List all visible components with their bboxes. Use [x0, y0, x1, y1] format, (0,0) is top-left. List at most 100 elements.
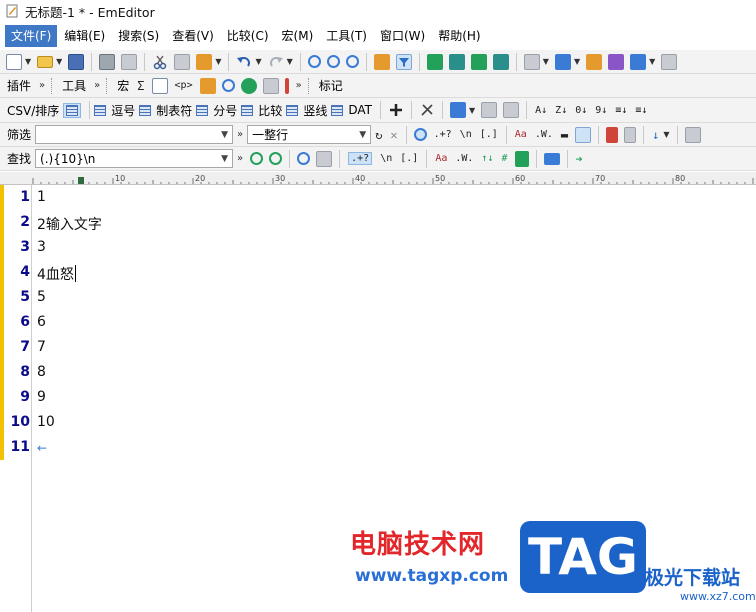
bookmark-all-icon[interactable]	[514, 150, 529, 167]
filter-options-icon[interactable]	[684, 126, 701, 143]
word-count-icon[interactable]	[262, 77, 279, 94]
save-icon[interactable]	[68, 53, 85, 70]
csv-format-button[interactable]: 制表符	[139, 102, 192, 119]
chevron-down-icon[interactable]: ▼	[469, 106, 475, 115]
csv-format-button[interactable]: 分号	[196, 102, 237, 119]
menu-item[interactable]: 帮助(H)	[432, 25, 486, 47]
whole-word-toggle[interactable]: .W.	[535, 129, 553, 140]
more-chevron-icon[interactable]: »	[94, 80, 100, 91]
bookmark-toolbar-label[interactable]: 标记	[315, 77, 347, 94]
editor-line[interactable]: 4 4血怒	[0, 260, 756, 285]
menu-item[interactable]: 窗口(W)	[374, 25, 431, 47]
line-text[interactable]: 3	[37, 239, 46, 255]
find-in-files-icon[interactable]	[316, 150, 333, 167]
find-input[interactable]: (.){10}\n ▼	[35, 149, 234, 168]
undo-icon[interactable]	[236, 54, 252, 70]
refresh-icon[interactable]: ↻	[375, 128, 382, 142]
line-text[interactable]: 10	[37, 414, 55, 430]
open-folder-icon[interactable]	[37, 55, 54, 68]
more-chevron-icon[interactable]: »	[39, 80, 45, 91]
line-text[interactable]: 6	[37, 314, 46, 330]
find-next-icon[interactable]	[326, 55, 340, 68]
split-window-icon[interactable]	[426, 53, 443, 70]
bracket-toggle[interactable]: [.]	[480, 129, 498, 140]
customize-icon[interactable]	[586, 53, 603, 70]
find-in-files-icon[interactable]	[373, 53, 390, 70]
line-text[interactable]: 5	[37, 289, 46, 305]
tools-toolbar-label[interactable]: 工具	[58, 77, 90, 94]
copy-icon[interactable]	[174, 53, 191, 70]
paste-icon[interactable]	[196, 53, 213, 70]
chevron-down-icon[interactable]: ▼	[574, 57, 580, 66]
chevron-down-icon[interactable]: ▼	[221, 154, 228, 164]
find-next-icon[interactable]	[250, 152, 264, 165]
chevron-down-icon[interactable]: ▼	[25, 57, 31, 66]
menu-item[interactable]: 宏(M)	[276, 25, 320, 47]
regex-toggle[interactable]: .+?	[348, 152, 373, 165]
sort-length-icon[interactable]: ≡↓	[615, 105, 627, 116]
regex-toggle[interactable]: .+?	[434, 129, 452, 140]
editor-line[interactable]: 88	[0, 360, 756, 385]
wrap-by-window-icon[interactable]	[492, 53, 509, 70]
add-plus-icon[interactable]	[388, 102, 404, 118]
csv-format-button[interactable]: 逗号	[94, 102, 135, 119]
csv-format-button[interactable]: DAT	[331, 103, 372, 117]
escape-sequence-toggle[interactable]: ↑↓	[481, 153, 493, 164]
line-text[interactable]: 8	[37, 364, 46, 380]
wrench-icon[interactable]	[419, 102, 435, 118]
sort-za-icon[interactable]: Z↓	[555, 105, 567, 116]
match-case-toggle[interactable]: Aa	[435, 153, 447, 164]
filter-doc-icon[interactable]	[624, 126, 637, 143]
cut-icon[interactable]	[152, 54, 168, 70]
print-preview-icon[interactable]	[121, 53, 138, 70]
csv-heading-icon[interactable]	[481, 102, 498, 118]
properties-icon[interactable]	[608, 53, 625, 70]
bookmark-dash-icon[interactable]: ▬	[561, 128, 568, 142]
columns-icon[interactable]	[449, 102, 466, 118]
menu-item[interactable]: 查看(V)	[166, 25, 220, 47]
menu-item[interactable]: 工具(T)	[320, 25, 373, 47]
menu-item[interactable]: 编辑(E)	[58, 25, 111, 47]
sum-icon[interactable]: Σ	[137, 79, 144, 93]
csv-mode-button[interactable]	[63, 102, 82, 118]
redo-icon[interactable]	[268, 54, 284, 70]
refresh-icon[interactable]	[448, 53, 465, 70]
line-text[interactable]: 4血怒	[37, 264, 76, 284]
editor-line[interactable]: 55	[0, 285, 756, 310]
find-icon[interactable]	[307, 55, 321, 68]
html-bar-icon[interactable]: <p>	[175, 80, 193, 91]
filter-clear-icon[interactable]	[575, 126, 592, 143]
filter-list-icon[interactable]	[606, 126, 619, 143]
newline-toggle[interactable]: \n	[380, 153, 392, 164]
configuration-icon[interactable]	[554, 53, 571, 70]
editor-line[interactable]: 33	[0, 235, 756, 260]
projects-icon[interactable]	[199, 77, 216, 94]
editor-line[interactable]: 77	[0, 335, 756, 360]
newline-toggle[interactable]: \n	[460, 129, 472, 140]
arrow-down-icon[interactable]: ↓	[652, 128, 659, 142]
chevron-down-icon[interactable]: ▼	[221, 130, 228, 140]
filter-scope-select[interactable]: 一整行 ▼	[247, 125, 372, 144]
whole-word-toggle[interactable]: .W.	[455, 153, 473, 164]
plugins-toolbar-label[interactable]: 插件	[3, 77, 35, 94]
search-bar-icon[interactable]	[221, 79, 235, 92]
more-chevron-icon[interactable]: »	[296, 80, 302, 91]
filter-search-icon[interactable]	[413, 128, 427, 141]
editor-line[interactable]: 11	[0, 185, 756, 210]
plugin-settings-icon[interactable]	[630, 53, 647, 70]
chevron-down-icon[interactable]: ▼	[287, 57, 293, 66]
line-text[interactable]: 1	[37, 189, 46, 205]
chevron-down-icon[interactable]: ▼	[56, 57, 62, 66]
print-icon[interactable]	[99, 53, 116, 70]
editor-line[interactable]: 2 2输入文字	[0, 210, 756, 235]
menu-item[interactable]: 比较(C)	[221, 25, 275, 47]
view-toolbar-icon[interactable]	[661, 53, 678, 70]
web-preview-icon[interactable]	[240, 77, 257, 94]
filter-icon[interactable]	[395, 53, 412, 70]
more-chevron-icon[interactable]: »	[237, 129, 243, 140]
menu-item[interactable]: 文件(F)	[5, 25, 58, 47]
editor-line[interactable]: 11 ←	[0, 435, 756, 460]
arrow-right-icon[interactable]: ➔	[576, 152, 583, 166]
sort-az-icon[interactable]: A↓	[535, 105, 547, 116]
find-options-icon[interactable]	[543, 152, 560, 165]
